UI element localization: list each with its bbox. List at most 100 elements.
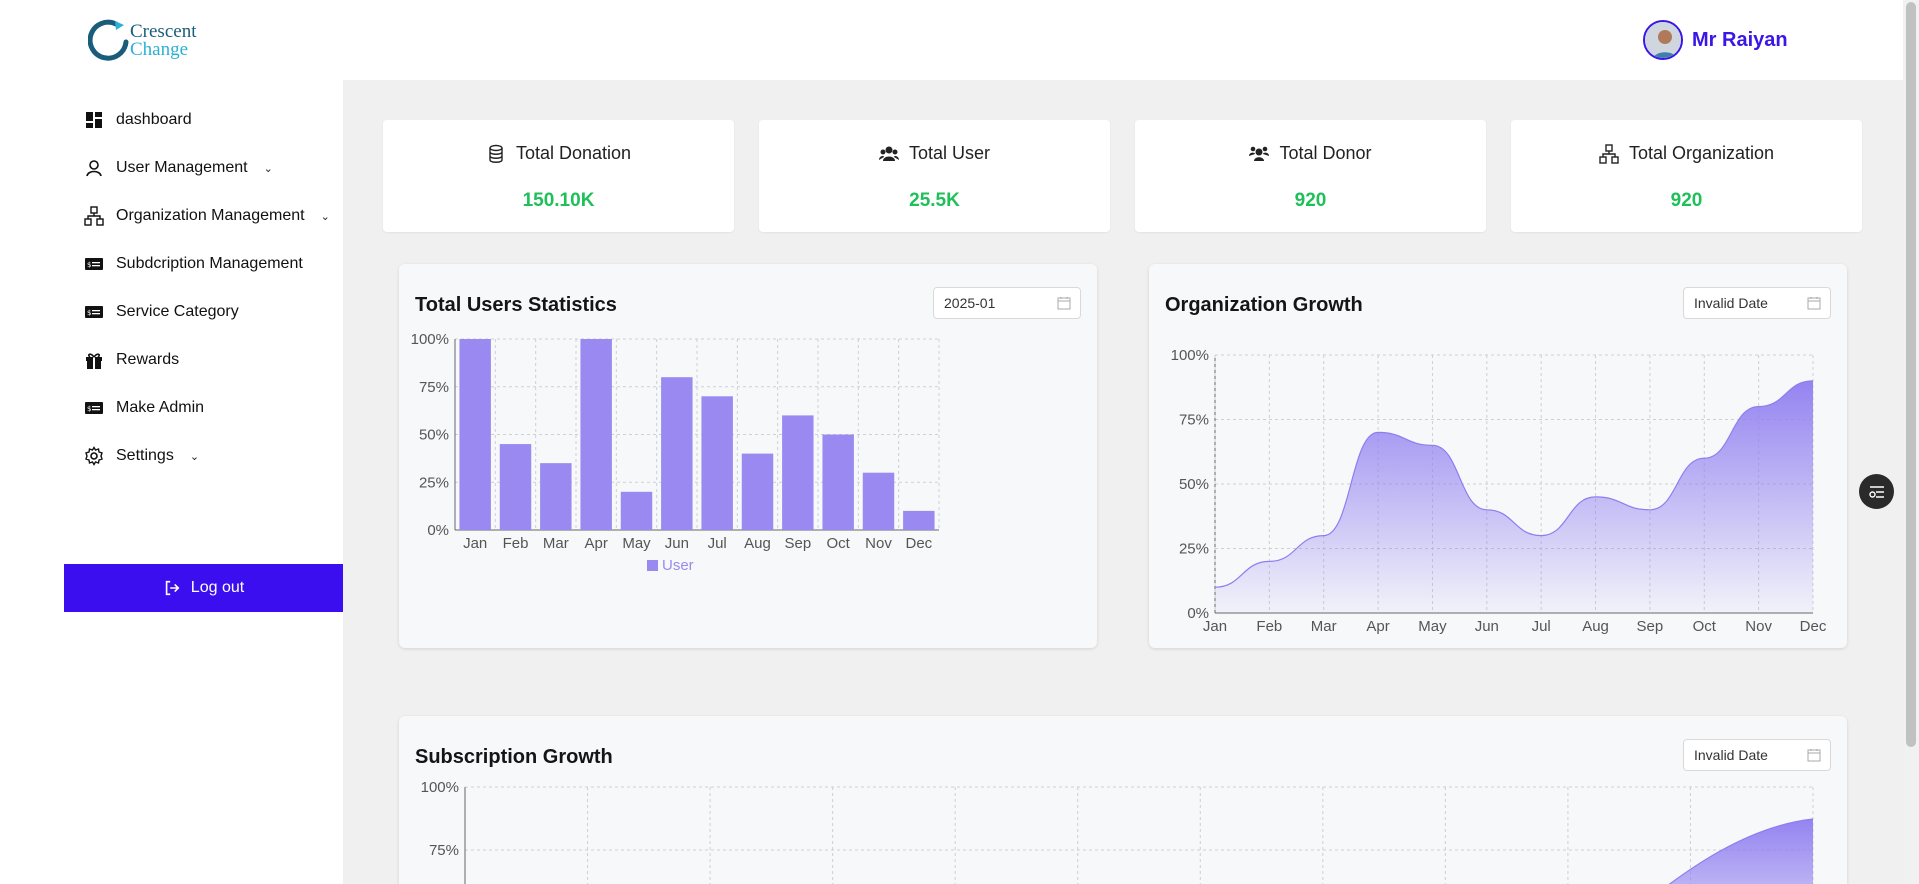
- y-tick-label: 75%: [429, 842, 459, 859]
- stat-title: Total User: [908, 143, 991, 163]
- svg-text:$: $: [87, 309, 91, 317]
- crescent-logo-icon: [88, 19, 129, 61]
- x-tick-label: Sep: [784, 535, 811, 552]
- bar-jun: [661, 377, 693, 530]
- organization-icon: [84, 206, 104, 226]
- main-content: Total Donation 150.10K Total User 25.5K …: [343, 80, 1903, 884]
- bar-oct: [822, 434, 854, 530]
- sidebar-item-user-management[interactable]: User Management ⌄: [84, 158, 273, 178]
- bar-dec: [903, 510, 935, 530]
- scrollbar[interactable]: [1903, 0, 1919, 884]
- organization-growth-card: Organization Growth Invalid Date 0% 25% 50…: [1149, 264, 1847, 648]
- chevron-down-icon[interactable]: ⌄: [264, 162, 273, 175]
- sidebar-item-label: Subdcription Management: [116, 255, 303, 272]
- stat-value: 920: [1670, 190, 1703, 211]
- sidebar-item-label: dashboard: [116, 111, 192, 128]
- top-bar: Crescent Change Mr Raiyan: [0, 0, 1903, 80]
- sidebar-item-make-admin[interactable]: $ Make Admin: [84, 398, 204, 418]
- database-icon: [489, 144, 503, 163]
- x-tick-label: Jan: [463, 535, 487, 552]
- bar-mar: [540, 463, 572, 530]
- subscription-growth-card: Subscription Growth Invalid Date 75% 100%: [399, 716, 1847, 884]
- area-fill: [1669, 819, 1813, 884]
- x-tick-label: Dec: [905, 535, 932, 552]
- floating-menu-button[interactable]: [1859, 474, 1894, 509]
- chevron-down-icon[interactable]: ⌄: [190, 450, 199, 463]
- x-tick-label: Jan: [1203, 618, 1227, 635]
- sidebar-item-dashboard[interactable]: dashboard: [84, 110, 192, 130]
- x-tick-label: Nov: [1745, 618, 1772, 635]
- sidebar-item-label: Organization Management: [116, 207, 305, 224]
- sidebar-item-service-category[interactable]: $ Service Category: [84, 302, 239, 322]
- x-tick-label: Dec: [1800, 618, 1827, 635]
- sidebar-item-label: Rewards: [116, 351, 180, 368]
- sidebar-item-settings[interactable]: Settings ⌄: [84, 446, 199, 466]
- logout-icon: [165, 580, 180, 596]
- y-tick-label: 100%: [411, 331, 449, 348]
- stat-card-total-donation: Total Donation 150.10K: [383, 120, 734, 232]
- chevron-down-icon[interactable]: ⌄: [321, 210, 330, 223]
- x-tick-label: Feb: [1256, 618, 1282, 635]
- x-tick-label: Mar: [1311, 618, 1337, 635]
- organization-area-chart: 0%25%50%75%100%Jan Feb Mar Apr May Jun Jul Aug S…: [1171, 347, 1827, 635]
- x-tick-label: Oct: [826, 535, 850, 552]
- team-icon: [1249, 146, 1270, 161]
- stat-card-total-organization: Total Organization 920: [1511, 120, 1862, 232]
- x-tick-label: Apr: [584, 535, 607, 552]
- logout-button[interactable]: Log out: [64, 564, 343, 612]
- sidebar-item-rewards[interactable]: Rewards: [84, 350, 179, 370]
- users-bar-chart: 0% 25% 50% 75% 100% Jan Feb Mar Apr May Jun Jul Aug S…: [411, 331, 940, 574]
- user-profile[interactable]: Mr Raiyan: [1643, 20, 1788, 60]
- svg-text:$: $: [87, 261, 91, 269]
- bar-nov: [862, 472, 895, 530]
- x-tick-label: Feb: [503, 535, 529, 552]
- x-tick-label: Jul: [1532, 618, 1551, 635]
- avatar[interactable]: [1643, 20, 1683, 60]
- users-statistics-card: Total Users Statistics 2025-01 0% 25% 50% 7…: [399, 264, 1097, 648]
- x-tick-label: Mar: [543, 535, 569, 552]
- x-tick-label: Jul: [708, 535, 727, 552]
- y-tick-label: 25%: [1179, 541, 1209, 558]
- profile-name: Mr Raiyan: [1692, 28, 1788, 51]
- sidebar-item-subscription-management[interactable]: $ Subdcription Management: [84, 254, 303, 274]
- subscription-icon: $: [85, 258, 103, 270]
- sidebar-item-label: Service Category: [116, 303, 239, 320]
- user-icon: [86, 160, 102, 177]
- x-tick-label: Sep: [1637, 618, 1664, 635]
- sidebar-item-label: Settings: [116, 447, 174, 464]
- bar-sep: [782, 415, 814, 530]
- bar-may: [620, 491, 653, 530]
- list-settings-icon: [1868, 485, 1884, 498]
- svg-text:$: $: [87, 405, 91, 413]
- x-tick-label: Aug: [744, 535, 771, 552]
- organization-icon: [1599, 143, 1619, 164]
- stat-title: Total Organization: [1628, 143, 1775, 163]
- y-tick-label: 25%: [419, 474, 449, 491]
- stat-card-total-donor: Total Donor 920: [1135, 120, 1486, 232]
- x-tick-label: Jun: [1475, 618, 1499, 635]
- x-tick-label: May: [622, 535, 651, 552]
- sidebar: dashboard User Management ⌄ Organization…: [0, 80, 343, 884]
- gift-icon: [86, 353, 102, 369]
- card-icon: $: [85, 306, 103, 318]
- x-tick-label: Apr: [1366, 618, 1389, 635]
- brand-logo[interactable]: Crescent Change: [88, 18, 208, 62]
- stat-value: 25.5K: [909, 190, 960, 211]
- stat-value: 920: [1294, 190, 1327, 211]
- bar-jul: [701, 396, 733, 530]
- stat-title: Total Donor: [1279, 143, 1372, 163]
- sidebar-item-label: User Management: [116, 159, 248, 176]
- bar-aug: [741, 453, 774, 530]
- x-tick-label: Aug: [1582, 618, 1609, 635]
- scrollbar-thumb[interactable]: [1906, 2, 1916, 747]
- stat-card-total-user: Total User 25.5K: [759, 120, 1110, 232]
- bar-feb: [499, 444, 532, 530]
- legend-swatch: [647, 560, 658, 571]
- users-icon: [878, 146, 899, 161]
- bar-apr: [580, 339, 612, 530]
- y-tick-label: 100%: [421, 779, 459, 796]
- sidebar-item-organization-management[interactable]: Organization Management ⌄: [84, 206, 330, 226]
- y-tick-label: 75%: [419, 379, 449, 396]
- y-tick-label: 50%: [419, 427, 449, 444]
- subscription-area-chart: 75% 100%: [421, 779, 1814, 884]
